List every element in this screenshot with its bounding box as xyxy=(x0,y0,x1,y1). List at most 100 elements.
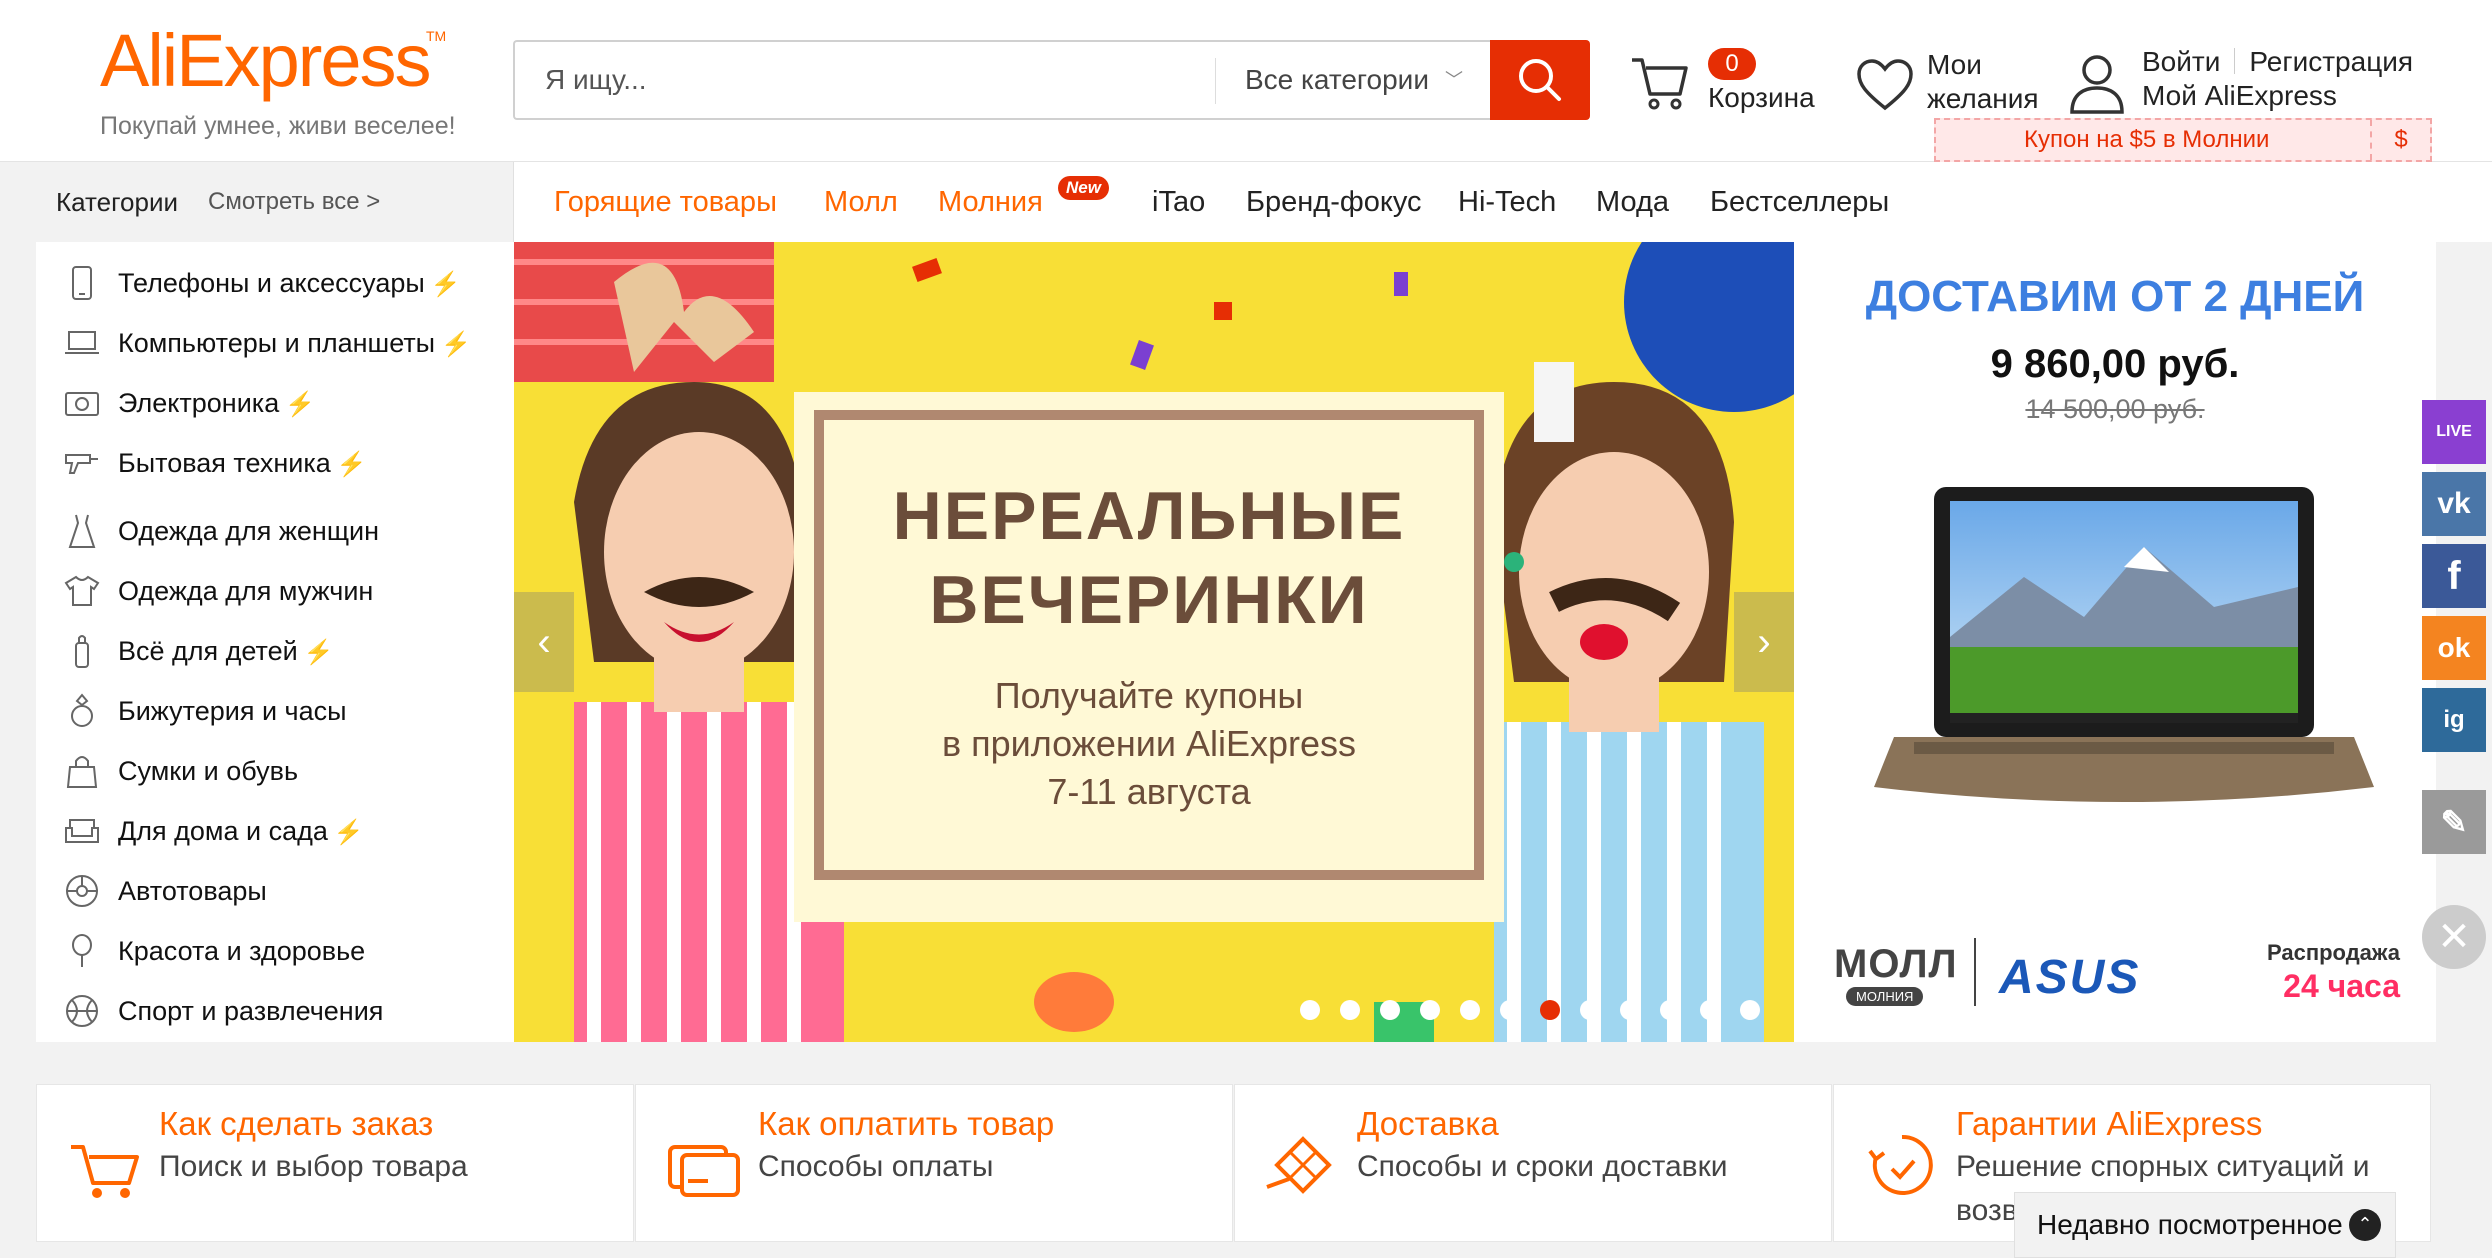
logo-wordmark[interactable]: AliExpress xyxy=(100,22,480,100)
info-title: Гарантии AliExpress xyxy=(1956,1105,2263,1142)
banner-dot[interactable] xyxy=(1420,1000,1440,1020)
nav-item-itao[interactable]: iTao xyxy=(1152,162,1205,242)
new-badge: New xyxy=(1058,176,1109,200)
ball-icon xyxy=(64,993,100,1029)
banner-dot[interactable] xyxy=(1460,1000,1480,1020)
category-beauty[interactable]: Красота и здоровье xyxy=(36,923,514,979)
sofa-icon xyxy=(64,813,100,849)
search-category-select[interactable]: Все категории ﹀ xyxy=(1245,42,1463,118)
category-label: Сумки и обувь xyxy=(118,756,298,787)
banner-next-arrow[interactable]: › xyxy=(1734,592,1794,692)
lightning-icon: ⚡ xyxy=(430,270,461,298)
login-link[interactable]: Войти xyxy=(2142,46,2220,77)
category-bags-shoes[interactable]: Сумки и обувь xyxy=(36,743,514,799)
live-icon[interactable]: LIVE xyxy=(2422,400,2486,464)
lightning-icon: ⚡ xyxy=(303,638,334,666)
category-kids[interactable]: Всё для детей ⚡ xyxy=(36,623,514,679)
laptop-image xyxy=(1874,487,2374,802)
banner-dot[interactable] xyxy=(1620,1000,1640,1020)
lightning-icon: ⚡ xyxy=(285,390,316,418)
category-electronics[interactable]: Электроника ⚡ xyxy=(36,375,514,431)
bag-icon xyxy=(64,753,100,789)
lightning-icon: ⚡ xyxy=(441,330,471,358)
feedback-icon[interactable]: ✎ xyxy=(2422,790,2486,854)
coupon-banner[interactable]: Купон на $5 в Молнии $ xyxy=(1934,118,2432,162)
banner-dot[interactable] xyxy=(1500,1000,1520,1020)
category-label: Для дома и сада ⚡ xyxy=(118,816,364,847)
banner-dot[interactable] xyxy=(1700,1000,1720,1020)
search-category-label: Все категории xyxy=(1245,64,1429,95)
account-links: Войти Регистрация xyxy=(2142,46,2413,78)
recently-viewed-bar[interactable]: Недавно посмотренное ⌃ xyxy=(2014,1192,2396,1258)
aliexpress-logo[interactable]: AliExpress TM Покупай умнее, живи веселе… xyxy=(100,22,480,141)
recently-viewed-label: Недавно посмотренное xyxy=(2037,1209,2343,1240)
promo-panel[interactable]: ДОСТАВИМ ОТ 2 ДНЕЙ 9 860,00 руб. 14 500,… xyxy=(1794,242,2436,1042)
category-label: Одежда для женщин xyxy=(118,516,379,547)
category-text: Компьютеры и планшеты xyxy=(118,327,436,358)
nav-item-brand-focus[interactable]: Бренд-фокус xyxy=(1246,162,1422,242)
info-title: Как сделать заказ xyxy=(159,1105,434,1142)
banner-prev-arrow[interactable]: ‹ xyxy=(514,592,574,692)
category-text: Одежда для мужчин xyxy=(118,575,374,606)
mirror-icon xyxy=(64,933,100,969)
banner-title-line1: НЕРЕАЛЬНЫЕ xyxy=(892,478,1406,554)
dress-icon xyxy=(64,513,100,549)
category-text: Красота и здоровье xyxy=(118,935,366,966)
category-home-garden[interactable]: Для дома и сада ⚡ xyxy=(36,803,514,859)
banner-sub-line1: Получайте купоны xyxy=(994,675,1304,716)
banner-dot[interactable] xyxy=(1740,1000,1760,1020)
search-button[interactable] xyxy=(1490,40,1590,120)
nav-item-hot-deals[interactable]: Горящие товары xyxy=(554,162,777,242)
category-sport[interactable]: Спорт и развлечения xyxy=(36,983,514,1039)
info-tile-payment[interactable]: Как оплатить товар Способы оплаты xyxy=(635,1084,1233,1242)
sale-label: Распродажа xyxy=(2266,940,2400,965)
banner-dot[interactable] xyxy=(1660,1000,1680,1020)
nav-item-mall[interactable]: Молл xyxy=(824,162,898,242)
nav-item-lightning[interactable]: Молния xyxy=(938,162,1043,242)
category-auto[interactable]: Автотовары xyxy=(36,863,514,919)
nav-item-bestsellers[interactable]: Бестселлеры xyxy=(1710,162,1889,242)
category-men-clothing[interactable]: Одежда для мужчин xyxy=(36,563,514,619)
instagram-icon[interactable]: ig xyxy=(2422,688,2486,752)
coupon-dollar: $ xyxy=(2370,120,2430,160)
category-text: Электроника xyxy=(118,387,280,418)
banner-dot[interactable] xyxy=(1580,1000,1600,1020)
odnoklassniki-icon[interactable]: ok xyxy=(2422,616,2486,680)
category-computers[interactable]: Компьютеры и планшеты ⚡ xyxy=(36,315,514,371)
promo-old-price: 14 500,00 руб. xyxy=(2025,394,2205,424)
ring-icon xyxy=(64,693,100,729)
vk-icon[interactable]: vk xyxy=(2422,472,2486,536)
cart-link[interactable]: 0 Корзина xyxy=(1628,44,1828,124)
category-sidebar: Телефоны и аксессуары ⚡ Компьютеры и план… xyxy=(36,242,514,1042)
hero-banner[interactable]: НЕРЕАЛЬНЫЕ ВЕЧЕРИНКИ Получайте купоны в … xyxy=(514,242,1794,1042)
mall-sub-logo: МОЛНИЯ xyxy=(1846,987,1924,1006)
nav-item-hitech[interactable]: Hi-Tech xyxy=(1458,162,1556,242)
category-text: Спорт и развлечения xyxy=(118,995,384,1026)
chevron-up-icon[interactable]: ⌃ xyxy=(2349,1209,2381,1241)
wishlist-link[interactable]: Мои желания xyxy=(1855,48,2055,128)
categories-title: Категории xyxy=(56,187,178,217)
category-jewelry[interactable]: Бижутерия и часы xyxy=(36,683,514,739)
category-women-clothing[interactable]: Одежда для женщин xyxy=(36,503,514,559)
see-all-link[interactable]: Смотреть все > xyxy=(208,162,380,242)
cart-label: Корзина xyxy=(1708,82,1815,113)
my-aliexpress-link[interactable]: Мой AliExpress xyxy=(2142,80,2337,112)
facebook-icon[interactable]: f xyxy=(2422,544,2486,608)
camera-icon xyxy=(64,385,100,421)
close-icon[interactable]: ✕ xyxy=(2422,905,2486,969)
info-tile-order[interactable]: Как сделать заказ Поиск и выбор товара xyxy=(36,1084,634,1242)
banner-dot[interactable] xyxy=(1540,1000,1560,1020)
category-appliances[interactable]: Бытовая техника ⚡ xyxy=(36,435,514,491)
coupon-text: Купон на $5 в Молнии xyxy=(2024,126,2270,153)
banner-dot[interactable] xyxy=(1300,1000,1320,1020)
search-input[interactable] xyxy=(545,42,1195,118)
info-title: Доставка xyxy=(1357,1105,1499,1142)
category-label: Компьютеры и планшеты ⚡ xyxy=(118,328,471,359)
banner-dot[interactable] xyxy=(1380,1000,1400,1020)
nav-item-fashion[interactable]: Мода xyxy=(1596,162,1669,242)
register-link[interactable]: Регистрация xyxy=(2249,46,2413,77)
info-tile-delivery[interactable]: Доставка Способы и сроки доставки xyxy=(1234,1084,1832,1242)
banner-dot[interactable] xyxy=(1340,1000,1360,1020)
categories-header: Категории Смотреть все > xyxy=(36,162,514,242)
category-phones[interactable]: Телефоны и аксессуары ⚡ xyxy=(36,255,514,311)
